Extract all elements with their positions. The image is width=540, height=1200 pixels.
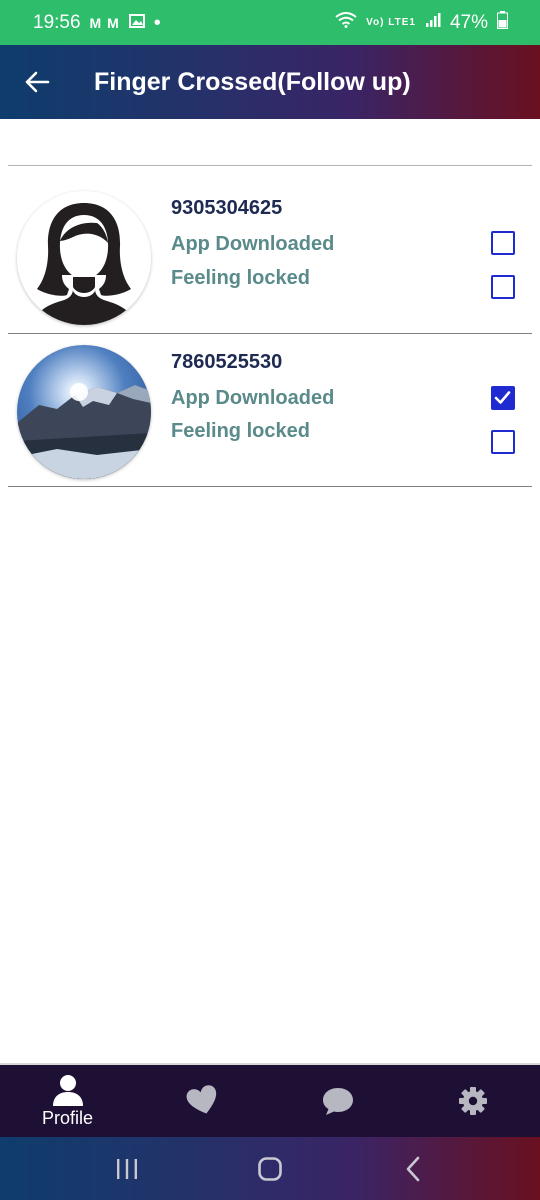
notification-dot-icon: • — [153, 11, 161, 34]
nav-profile-label: Profile — [41, 1107, 94, 1128]
status-left: 19:56 M M • — [33, 12, 161, 34]
mountain-photo — [17, 345, 151, 479]
chevron-left-icon — [407, 1156, 420, 1181]
nav-profile[interactable]: Profile — [0, 1065, 135, 1137]
gear-icon — [458, 1087, 487, 1115]
chat-bubble-icon — [322, 1088, 353, 1115]
network-type-label: Vo) LTE1 — [366, 16, 416, 28]
app-downloaded-label: App Downloaded — [171, 387, 335, 409]
female-silhouette-icon — [17, 191, 151, 325]
avatar — [17, 345, 151, 479]
list-item[interactable]: 7860525530 App Downloaded Feeling locked — [0, 334, 540, 487]
image-notification-icon — [128, 12, 145, 34]
battery-percent: 47% — [449, 11, 488, 33]
contact-list: 9305304625 App Downloaded Feeling locked — [0, 166, 540, 487]
phone-number: 9305304625 — [171, 197, 283, 219]
app-downloaded-checkbox[interactable] — [491, 231, 515, 255]
wifi-icon — [335, 11, 357, 34]
list-item[interactable]: 9305304625 App Downloaded Feeling locked — [0, 166, 540, 334]
app-downloaded-label: App Downloaded — [171, 233, 335, 255]
feeling-locked-label: Feeling locked — [171, 420, 310, 442]
back-button[interactable] — [0, 45, 74, 119]
app-downloaded-checkbox[interactable] — [491, 386, 515, 410]
system-back-button[interactable] — [383, 1144, 443, 1194]
recent-apps-icon — [116, 1158, 137, 1179]
feeling-locked-checkbox[interactable] — [491, 275, 515, 299]
feeling-locked-label: Feeling locked — [171, 267, 310, 289]
status-right: Vo) LTE1 47% — [335, 10, 508, 35]
feeling-locked-checkbox[interactable] — [491, 430, 515, 454]
home-icon — [258, 1156, 282, 1181]
page-title: Finger Crossed(Follow up) — [94, 67, 411, 96]
home-button[interactable] — [240, 1144, 300, 1194]
gmail-notification-icons: M M — [89, 14, 120, 31]
status-bar: 19:56 M M • Vo) LTE1 47% — [0, 0, 540, 45]
back-arrow-icon — [25, 71, 50, 93]
system-navigation-bar — [0, 1137, 540, 1200]
recent-apps-button[interactable] — [97, 1144, 157, 1194]
avatar — [17, 191, 151, 325]
bottom-nav: Profile — [0, 1063, 540, 1137]
phone-number: 7860525530 — [171, 351, 283, 373]
status-time: 19:56 — [33, 11, 81, 33]
signal-icon — [425, 12, 441, 34]
heart-icon — [186, 1085, 216, 1114]
person-icon — [52, 1074, 83, 1106]
app-bar: Finger Crossed(Follow up) — [0, 45, 540, 119]
checkmark-icon — [494, 391, 511, 404]
divider — [8, 486, 532, 487]
nav-favorites[interactable] — [135, 1065, 270, 1137]
battery-icon — [497, 10, 508, 35]
nav-chat[interactable] — [270, 1065, 405, 1137]
nav-settings[interactable] — [405, 1065, 540, 1137]
